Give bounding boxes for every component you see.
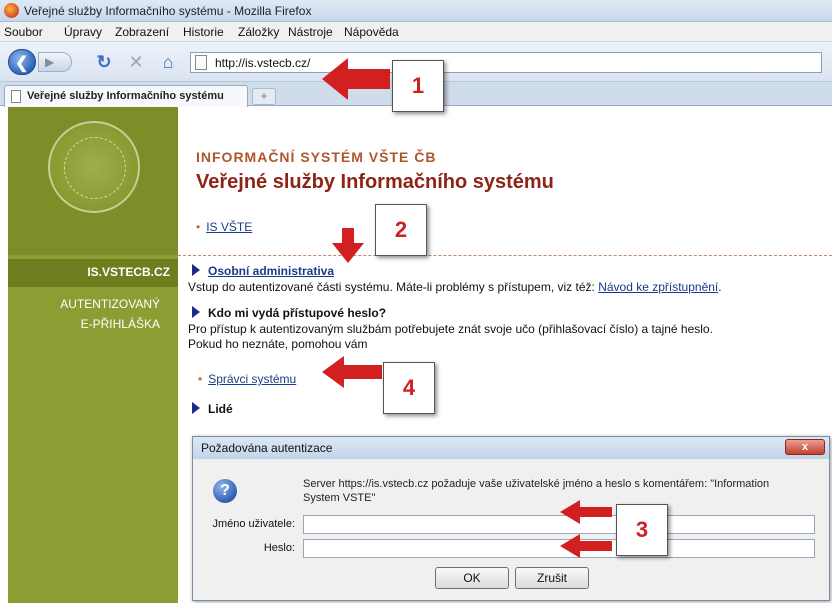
osobni-administrativa-link[interactable]: Osobní administrativa: [208, 264, 334, 278]
tab-label: Veřejné služby Informačního systému: [27, 90, 224, 102]
dialog-titlebar: Požadována autentizace x: [193, 437, 829, 459]
stop-icon[interactable]: ✕: [126, 52, 146, 72]
forward-button[interactable]: ▶: [38, 52, 72, 72]
window-titlebar: Veřejné služby Informačního systému - Mo…: [0, 0, 832, 22]
dialog-close-button[interactable]: x: [785, 439, 825, 455]
home-icon[interactable]: ⌂: [158, 52, 178, 72]
heslo-title: Kdo mi vydá přístupové heslo?: [208, 306, 387, 320]
window-title: Veřejné služby Informačního systému - Mo…: [24, 4, 312, 18]
spravci-link-item: • Správci systému: [198, 372, 296, 386]
sidebar-item-e-prihlaska[interactable]: E-PŘIHLÁŠKA: [81, 317, 160, 331]
tab-page-icon: [11, 90, 21, 103]
step-1-marker: 1: [392, 60, 444, 112]
cancel-button[interactable]: Zrušit: [515, 567, 589, 589]
section-divider: [178, 255, 832, 256]
dialog-title: Požadována autentizace: [201, 441, 333, 455]
menu-zalozky[interactable]: Záložky: [238, 25, 279, 39]
tab-active[interactable]: Veřejné služby Informačního systému: [4, 85, 248, 107]
osobni-text: Vstup do autentizované části systému. Má…: [188, 280, 599, 294]
menu-historie[interactable]: Historie: [183, 25, 224, 39]
question-icon: ?: [213, 479, 237, 503]
spravci-systemu-link[interactable]: Správci systému: [208, 372, 296, 386]
url-text: http://is.vstecb.cz/: [215, 56, 311, 70]
menu-napoveda[interactable]: Nápověda: [344, 25, 399, 39]
menu-nastroje[interactable]: Nástroje: [288, 25, 333, 39]
section-marker-icon: [192, 306, 200, 318]
step-3-marker: 3: [616, 504, 668, 556]
menu-bar: Soubor Úpravy Zobrazení Historie Záložky…: [0, 22, 832, 42]
page-title: Veřejné služby Informačního systému: [196, 171, 554, 193]
page-icon: [195, 55, 207, 70]
bullet-icon: •: [196, 220, 201, 234]
section-heslo: Kdo mi vydá přístupové heslo?: [192, 306, 386, 320]
step-4-marker: 4: [383, 362, 435, 414]
dialog-message: Server https://is.vstecb.cz požaduje vaš…: [303, 478, 770, 504]
sidebar-item-is-vstecb[interactable]: IS.VSTECB.CZ: [8, 259, 178, 287]
reload-icon[interactable]: ↻: [94, 52, 114, 72]
sidebar-item-autentizovany[interactable]: AUTENTIZOVANÝ: [60, 297, 160, 311]
firefox-icon: [4, 3, 19, 18]
section-osobni: Osobní administrativa: [192, 264, 334, 278]
heslo-line1: Pro přístup k autentizovaným službám pot…: [188, 322, 713, 336]
section-lide: Lidé: [192, 402, 233, 416]
username-field[interactable]: [303, 515, 815, 534]
new-tab-button[interactable]: +: [252, 88, 276, 105]
section-marker-icon: [192, 264, 200, 276]
password-field[interactable]: [303, 539, 815, 558]
brand-title: INFORMAČNÍ SYSTÉM VŠTE ČB: [196, 149, 437, 165]
address-bar[interactable]: http://is.vstecb.cz/: [190, 52, 822, 73]
is-vste-link-item: • IS VŠTE: [196, 220, 252, 234]
menu-upravy[interactable]: Úpravy: [64, 25, 102, 39]
back-arrow-icon: ❮: [15, 55, 29, 72]
auth-dialog: Požadována autentizace x ? Server https:…: [192, 436, 830, 601]
section-marker-icon: [192, 402, 200, 414]
menu-soubor[interactable]: Soubor: [4, 25, 43, 39]
help-link[interactable]: Návod ke zpřístupnění: [598, 280, 718, 294]
logo-area: [8, 107, 178, 255]
ok-button[interactable]: OK: [435, 567, 509, 589]
is-vste-link[interactable]: IS VŠTE: [206, 220, 252, 234]
heslo-line2: Pokud ho neznáte, pomohou vám: [188, 337, 368, 351]
help-suffix: .: [718, 280, 722, 294]
bullet-icon: •: [198, 372, 203, 386]
osobni-description: Vstup do autentizované části systému. Má…: [188, 280, 722, 294]
step-2-marker: 2: [375, 204, 427, 256]
back-button[interactable]: ❮: [8, 49, 36, 75]
sidebar-item-label: IS.VSTECB.CZ: [87, 265, 170, 279]
menu-zobrazeni[interactable]: Zobrazení: [115, 25, 169, 39]
forward-arrow-icon: ▶: [45, 55, 55, 69]
password-label: Heslo:: [263, 542, 295, 554]
sidebar: IS.VSTECB.CZ AUTENTIZOVANÝ E-PŘIHLÁŠKA: [8, 107, 178, 603]
lide-title: Lidé: [208, 402, 233, 416]
school-seal-logo: [48, 121, 140, 213]
username-label: Jméno uživatele:: [212, 518, 295, 530]
